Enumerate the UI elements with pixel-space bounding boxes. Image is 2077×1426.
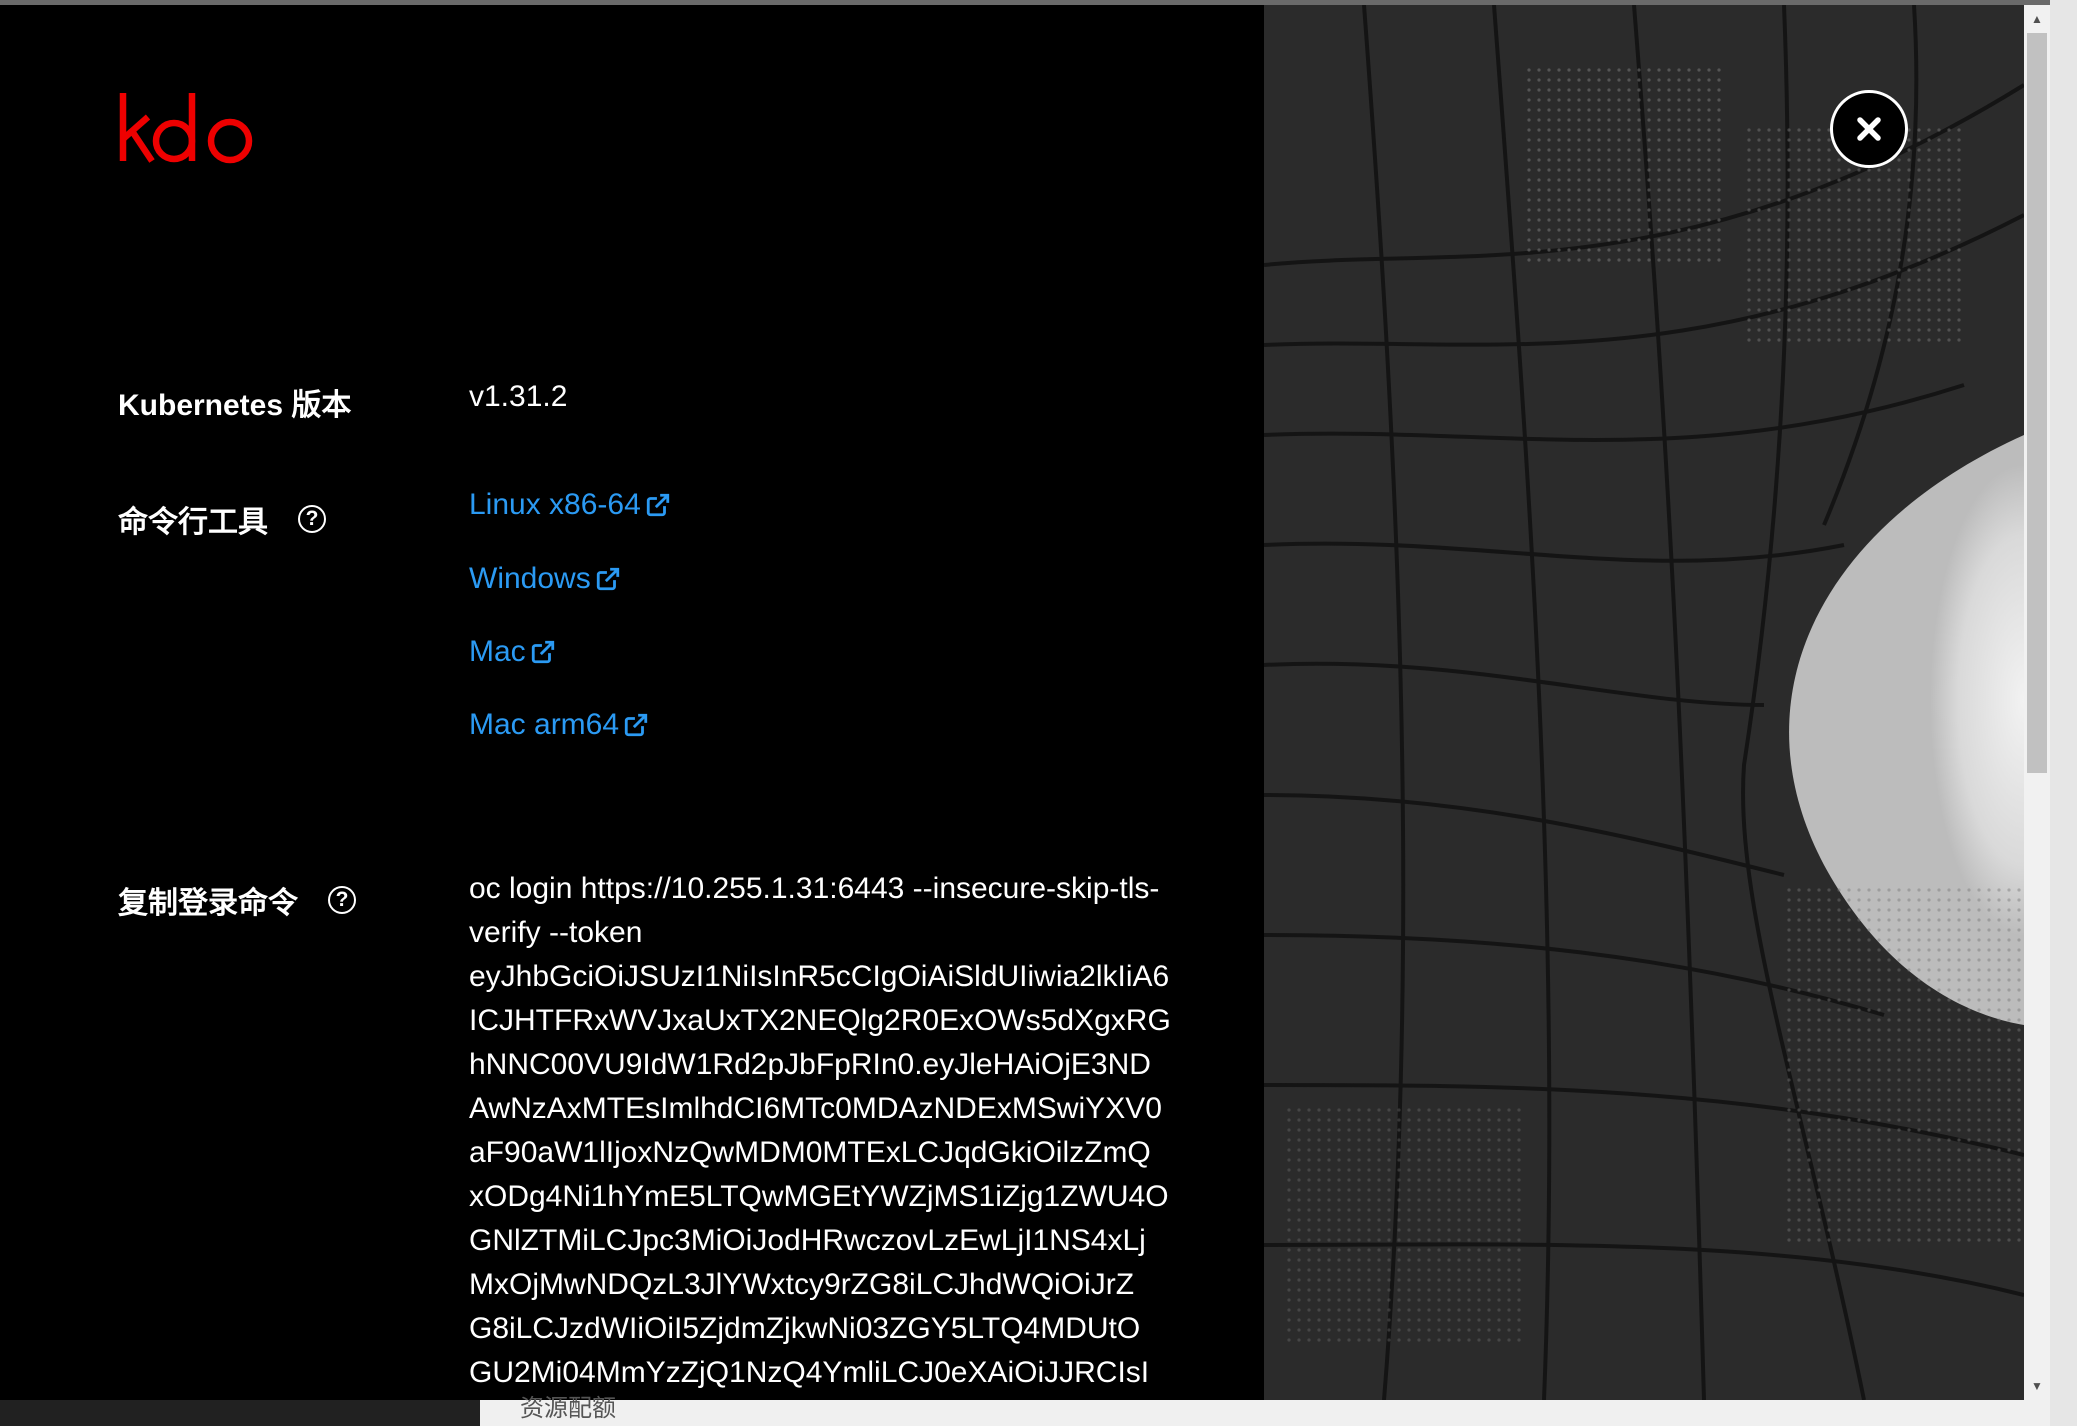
external-link-icon <box>596 567 619 591</box>
cli-tools-label: 命令行工具 <box>118 506 268 539</box>
about-modal: kdo Kubernetes 版本 v1.31.2 命令行工具 ? Linux … <box>0 0 2077 1400</box>
command-line: hNNC00VU9IdW1Rd2pJbFpRIn0.eyJleHAiOjE3ND <box>469 1048 1151 1081</box>
kubernetes-version-value: v1.31.2 <box>469 380 568 413</box>
question-circle-icon[interactable]: ? <box>328 886 356 914</box>
kubernetes-version-label: Kubernetes 版本 <box>118 389 352 422</box>
cli-link-label: Mac arm64 <box>469 708 620 741</box>
login-command-text[interactable]: oc login https://10.255.1.31:6443 --inse… <box>469 867 1171 1395</box>
copy-login-command-label: 复制登录命令 <box>118 887 298 920</box>
cli-link-label: Mac <box>469 635 526 668</box>
architecture-background-image <box>1264 5 2024 1400</box>
scrollbar-thumb[interactable] <box>2027 33 2047 773</box>
command-line: verify --token <box>469 916 643 949</box>
cli-link-mac-arm64[interactable]: Mac arm64 <box>469 708 649 742</box>
cli-link-label: Windows <box>469 562 591 595</box>
scroll-down-arrow-icon[interactable]: ▼ <box>2024 1374 2050 1398</box>
close-button[interactable] <box>1830 90 1908 168</box>
kubernetes-version-row: Kubernetes 版本 <box>118 380 351 424</box>
cli-tools-row: 命令行工具 ? <box>118 497 326 541</box>
command-line: AwNzAxMTEsImlhdCI6MTc0MDAzNDExMSwiYXV0 <box>469 1092 1162 1125</box>
command-line: GNlZTMiLCJpc3MiOiJodHRwczovLzEwLjI1NS4xL… <box>469 1224 1146 1257</box>
question-circle-icon[interactable]: ? <box>298 505 326 533</box>
command-line: G8iLCJzdWIiOiI5ZjdmZjkwNi03ZGY5LTQ4MDUtO <box>469 1312 1141 1345</box>
background-sidebar-edge <box>0 1400 480 1426</box>
svg-text:kdo: kdo <box>118 87 120 88</box>
command-line: oc login https://10.255.1.31:6443 --inse… <box>469 872 1160 905</box>
about-content-panel: kdo Kubernetes 版本 v1.31.2 命令行工具 ? Linux … <box>0 5 1264 1400</box>
external-link-icon <box>624 713 648 737</box>
scroll-up-arrow-icon[interactable]: ▲ <box>2024 7 2050 31</box>
background-page-text: 资源配额 <box>520 1395 616 1422</box>
external-link-icon <box>531 640 554 664</box>
external-link-icon <box>646 493 669 517</box>
copy-login-command-row: 复制登录命令 ? <box>118 878 356 922</box>
command-line: xODg4Ni1hYmE5LTQwMGEtYWZjMS1iZjg1ZWU4O <box>469 1180 1169 1213</box>
command-line: ICJHTFRxWVJxaUxTX2NEQlg2R0ExOWs5dXgxRG <box>469 1004 1171 1037</box>
close-icon <box>1857 117 1881 141</box>
cli-link-mac[interactable]: Mac <box>469 635 556 669</box>
command-line: eyJhbGciOiJSUzI1NiIsInR5cCIgOiAiSldUIiwi… <box>469 960 1170 993</box>
architecture-illustration <box>1264 5 2024 1400</box>
cli-link-windows[interactable]: Windows <box>469 562 621 596</box>
vertical-scrollbar[interactable]: ▲ ▼ <box>2024 5 2050 1400</box>
cli-link-linux-x86-64[interactable]: Linux x86-64 <box>469 488 671 522</box>
command-line: aF90aW1lIjoxNzQwMDM0MTExLCJqdGkiOilzZmQ <box>469 1136 1151 1169</box>
kdo-logo: kdo <box>118 87 253 164</box>
background-page-edge <box>2050 0 2077 1426</box>
cli-link-label: Linux x86-64 <box>469 488 641 521</box>
command-line: MxOjMwNDQzL3JlYWxtcy9rZG8iLCJhdWQiOiJrZ <box>469 1268 1135 1301</box>
